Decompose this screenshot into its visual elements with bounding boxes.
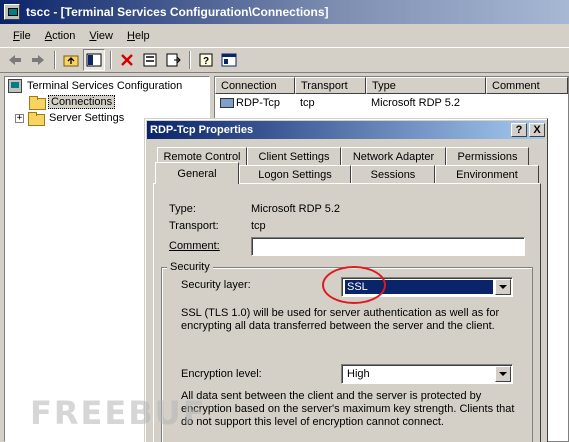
column-header-comment[interactable]: Comment bbox=[486, 77, 568, 94]
svg-text:?: ? bbox=[203, 56, 209, 67]
menu-file[interactable]: File bbox=[6, 28, 38, 44]
computer-icon bbox=[8, 79, 22, 93]
dialog-title: RDP-Tcp Properties bbox=[150, 124, 254, 136]
tab-logon-settings[interactable]: Logon Settings bbox=[239, 165, 351, 184]
encryption-level-label: Encryption level: bbox=[181, 368, 262, 380]
tree-item-server-settings[interactable]: + Server Settings bbox=[15, 110, 126, 126]
rdp-connection-icon bbox=[220, 98, 234, 109]
tab-client-settings[interactable]: Client Settings bbox=[247, 147, 341, 166]
cell-type: Microsoft RDP 5.2 bbox=[371, 97, 461, 109]
console-icon[interactable] bbox=[218, 49, 240, 71]
tree-item-label: Server Settings bbox=[49, 112, 125, 124]
menu-help[interactable]: Help bbox=[120, 28, 157, 44]
tree-item-root[interactable]: Terminal Services Configuration bbox=[8, 78, 184, 94]
security-group-title: Security bbox=[167, 261, 213, 273]
tree-item-connections[interactable]: Connections bbox=[29, 94, 116, 110]
forward-arrow-icon[interactable] bbox=[27, 49, 49, 71]
column-header-type[interactable]: Type bbox=[366, 77, 486, 94]
up-folder-icon[interactable] bbox=[60, 49, 82, 71]
export-list-icon[interactable] bbox=[162, 49, 184, 71]
encryption-level-dropdown[interactable]: High bbox=[341, 364, 513, 384]
delete-icon[interactable] bbox=[116, 49, 138, 71]
expand-icon[interactable]: + bbox=[15, 113, 24, 123]
encryption-level-description: All data sent between the client and the… bbox=[181, 390, 515, 428]
tree-item-label: Terminal Services Configuration bbox=[27, 80, 183, 92]
folder-icon bbox=[28, 112, 45, 126]
tree-item-label: Connections bbox=[48, 95, 116, 109]
security-layer-description: SSL (TLS 1.0) will be used for server au… bbox=[181, 307, 500, 332]
chevron-down-icon[interactable] bbox=[495, 366, 511, 382]
column-header-transport[interactable]: Transport bbox=[295, 77, 366, 94]
close-button[interactable]: X bbox=[529, 123, 545, 137]
folder-open-icon bbox=[29, 96, 46, 110]
transport-value: tcp bbox=[251, 220, 266, 232]
transport-label: Transport: bbox=[169, 220, 219, 232]
menu-bar: File Action View Help bbox=[0, 26, 569, 46]
toolbar-separator bbox=[110, 51, 112, 69]
comment-field[interactable] bbox=[251, 237, 525, 256]
back-arrow-icon[interactable] bbox=[4, 49, 26, 71]
cell-transport: tcp bbox=[300, 97, 315, 109]
table-row[interactable]: RDP-Tcp tcp Microsoft RDP 5.2 bbox=[215, 95, 568, 111]
title-bar[interactable]: tscc - [Terminal Services Configuration\… bbox=[0, 0, 569, 24]
annotation-circle bbox=[322, 266, 386, 304]
type-value: Microsoft RDP 5.2 bbox=[251, 203, 341, 215]
toolbar-separator bbox=[189, 51, 191, 69]
cell-connection: RDP-Tcp bbox=[215, 97, 295, 109]
help-button[interactable]: ? bbox=[511, 123, 527, 137]
tab-sessions[interactable]: Sessions bbox=[351, 165, 435, 184]
column-header-connection[interactable]: Connection bbox=[215, 77, 295, 94]
tab-general[interactable]: General bbox=[155, 162, 239, 184]
type-label: Type: bbox=[169, 203, 196, 215]
menu-action[interactable]: Action bbox=[38, 28, 83, 44]
list-header: Connection Transport Type Comment bbox=[215, 77, 568, 94]
comment-label: Comment: bbox=[169, 240, 220, 252]
chevron-down-icon[interactable] bbox=[495, 279, 511, 295]
tab-network-adapter[interactable]: Network Adapter bbox=[341, 147, 446, 166]
tab-permissions[interactable]: Permissions bbox=[446, 147, 529, 166]
toolbar: ? bbox=[0, 47, 569, 73]
window-title: tscc - [Terminal Services Configuration\… bbox=[26, 5, 329, 19]
toolbar-separator bbox=[54, 51, 56, 69]
dialog-title-bar[interactable]: RDP-Tcp Properties bbox=[147, 121, 545, 139]
menu-view[interactable]: View bbox=[82, 28, 120, 44]
encryption-level-value: High bbox=[347, 368, 370, 380]
properties-icon[interactable] bbox=[139, 49, 161, 71]
show-hide-tree-icon[interactable] bbox=[83, 49, 105, 71]
security-layer-label: Security layer: bbox=[181, 279, 251, 291]
help-icon[interactable]: ? bbox=[195, 49, 217, 71]
terminal-services-icon bbox=[4, 4, 20, 20]
mmc-window: tscc - [Terminal Services Configuration\… bbox=[0, 0, 569, 442]
tab-environment[interactable]: Environment bbox=[435, 165, 539, 184]
